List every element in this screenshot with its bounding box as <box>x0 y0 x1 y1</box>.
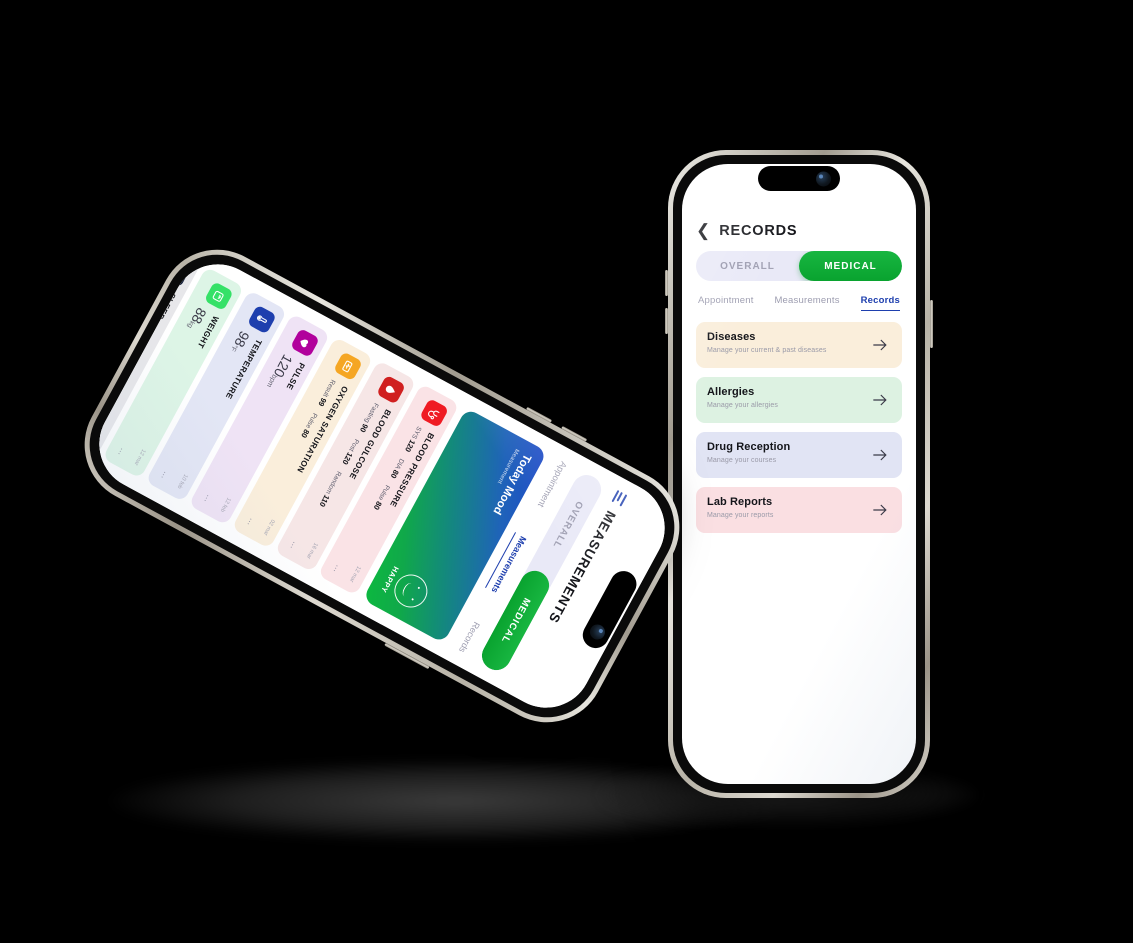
phone-left-screen: MEASUREMENTS OVERALL MEDICAL Appointment… <box>82 248 682 724</box>
chevron-left-icon[interactable]: ❮ <box>696 222 710 239</box>
tab-records[interactable]: Records <box>860 295 900 311</box>
oximeter-icon <box>333 351 363 382</box>
power-button[interactable] <box>930 300 933 348</box>
front-camera-icon <box>816 171 831 186</box>
heart-icon <box>290 327 320 358</box>
thermometer-icon <box>246 304 277 335</box>
record-card-title: Lab Reports <box>707 496 773 508</box>
dynamic-island <box>758 166 840 191</box>
record-card-lab-reports[interactable]: Lab Reports Manage your reports <box>696 487 902 533</box>
record-card-allergies[interactable]: Allergies Manage your allergies <box>696 377 902 423</box>
record-card-title: Drug Reception <box>707 441 791 453</box>
overall-medical-toggle[interactable]: OVERALL MEDICAL <box>696 251 902 281</box>
tab-appointment[interactable]: Appointment <box>698 295 754 311</box>
records-header: ❮ RECORDS <box>696 222 902 239</box>
records-tabs: Appointment Measurements Records <box>696 295 902 311</box>
tab-measurements[interactable]: Measurements <box>774 295 839 311</box>
record-card-title: Allergies <box>707 386 755 398</box>
record-card-subtitle: Manage your reports <box>707 512 774 519</box>
arrow-right-icon[interactable] <box>870 445 890 465</box>
mood-card-subtitle: Measurement <box>495 447 520 485</box>
hamburger-icon[interactable] <box>611 490 628 507</box>
record-card-title: Diseases <box>707 331 756 343</box>
scale-icon <box>203 281 234 312</box>
record-card-subtitle: Manage your current & past diseases <box>707 347 827 354</box>
toggle-option-overall[interactable]: OVERALL <box>696 251 799 281</box>
arrow-right-icon[interactable] <box>870 390 890 410</box>
scene: ❮ RECORDS OVERALL MEDICAL Appointment Me… <box>0 0 1133 943</box>
phone-right-screen: ❮ RECORDS OVERALL MEDICAL Appointment Me… <box>682 164 916 784</box>
blood-drop-icon <box>376 374 406 405</box>
tab-records[interactable]: Records <box>453 618 482 654</box>
measurement-big-value: 312 <box>98 258 124 287</box>
front-camera-icon <box>587 621 608 643</box>
play-triangle-icon <box>117 248 148 265</box>
phone-left-bezel: MEASUREMENTS OVERALL MEDICAL Appointment… <box>70 235 694 737</box>
records-screen: ❮ RECORDS OVERALL MEDICAL Appointment Me… <box>682 164 916 784</box>
record-card-drug-reception[interactable]: Drug Reception Manage your courses <box>696 432 902 478</box>
measurements-screen: MEASUREMENTS OVERALL MEDICAL Appointment… <box>82 248 682 724</box>
records-card-list: Diseases Manage your current & past dise… <box>696 322 902 533</box>
phone-right: ❮ RECORDS OVERALL MEDICAL Appointment Me… <box>665 150 933 798</box>
page-title: RECORDS <box>719 222 798 239</box>
phone-right-bezel: ❮ RECORDS OVERALL MEDICAL Appointment Me… <box>673 155 925 793</box>
stethoscope-icon <box>419 398 450 428</box>
toggle-option-medical[interactable]: MEDICAL <box>799 251 902 281</box>
record-card-diseases[interactable]: Diseases Manage your current & past dise… <box>696 322 902 368</box>
phone-left: MEASUREMENTS OVERALL MEDICAL Appointment… <box>64 229 700 743</box>
mood-face-group[interactable]: HAPPY <box>378 563 434 614</box>
sleep-bed-icon <box>160 257 191 288</box>
record-card-subtitle: Manage your courses <box>707 457 777 464</box>
phone-left-wrapper: MEASUREMENTS OVERALL MEDICAL Appointment… <box>64 168 700 808</box>
create-custom-row[interactable]: + CREATE CUSTOM <box>82 248 115 409</box>
record-card-subtitle: Manage your allergies <box>707 402 778 409</box>
arrow-right-icon[interactable] <box>870 500 890 520</box>
arrow-right-icon[interactable] <box>870 335 890 355</box>
